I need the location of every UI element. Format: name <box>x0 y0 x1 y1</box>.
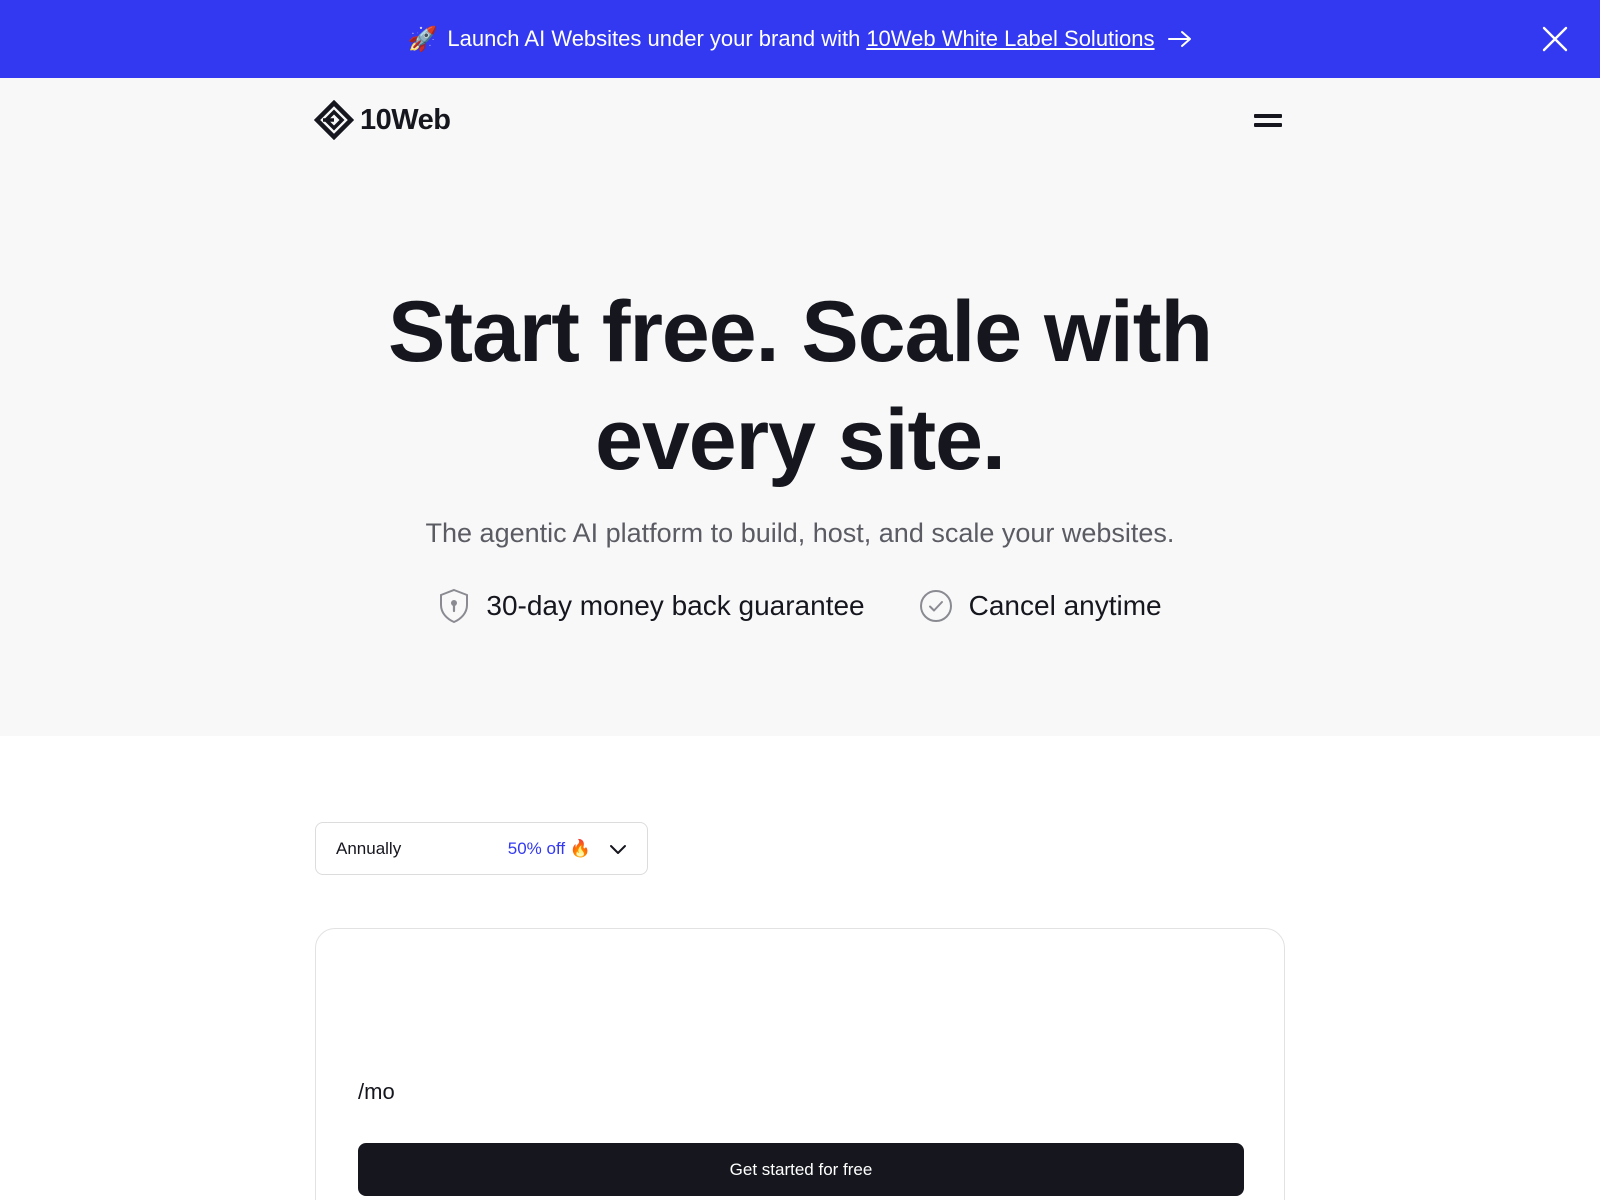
hero-section: 10Web Start free. Scale with every site.… <box>0 78 1600 736</box>
discount-text: 50% off <box>507 838 566 858</box>
price-per-month: /mo <box>358 1079 395 1104</box>
top-nav: 10Web <box>314 100 1282 140</box>
arrow-right-icon[interactable] <box>1167 29 1193 49</box>
check-circle-icon <box>919 590 952 622</box>
get-started-button[interactable]: Get started for free <box>358 1143 1244 1196</box>
hero-subtitle: The agentic AI platform to build, host, … <box>425 518 1175 548</box>
logo-text: 10Web <box>360 103 451 136</box>
white-label-link[interactable]: 10Web White Label Solutions <box>866 26 1154 52</box>
money-back-badge: 30-day money back guarantee <box>438 588 865 624</box>
guarantee-badges: 30-day money back guarantee Cancel anyti… <box>300 588 1300 624</box>
billing-period-select[interactable]: Annually 50% off 🔥 <box>315 822 648 875</box>
cancel-anytime-badge: Cancel anytime <box>919 588 1162 624</box>
logo-icon <box>314 100 354 140</box>
promo-banner: 🚀 Launch AI Websites under your brand wi… <box>0 0 1600 78</box>
chevron-down-icon <box>610 844 626 854</box>
billing-period-value: Annually <box>336 838 402 858</box>
fire-icon: 🔥 <box>569 838 591 858</box>
discount-badge: 50% off 🔥 <box>508 839 591 859</box>
rocket-icon: 🚀 <box>407 25 438 53</box>
title-line-2: every site. <box>595 392 1006 488</box>
plan-card: /mo Get started for free <box>315 928 1285 1200</box>
shield-icon <box>440 588 469 624</box>
promo-text: Launch AI Websites under your brand with <box>447 26 861 51</box>
hamburger-menu-icon[interactable] <box>1254 110 1282 130</box>
page-title: Start free. Scale with every site. <box>300 278 1300 494</box>
cancel-anytime-label: Cancel anytime <box>968 590 1162 621</box>
title-line-1: Start free. Scale with <box>388 284 1213 380</box>
close-icon[interactable] <box>1540 24 1570 54</box>
money-back-label: 30-day money back guarantee <box>486 590 865 621</box>
logo[interactable]: 10Web <box>314 100 451 140</box>
